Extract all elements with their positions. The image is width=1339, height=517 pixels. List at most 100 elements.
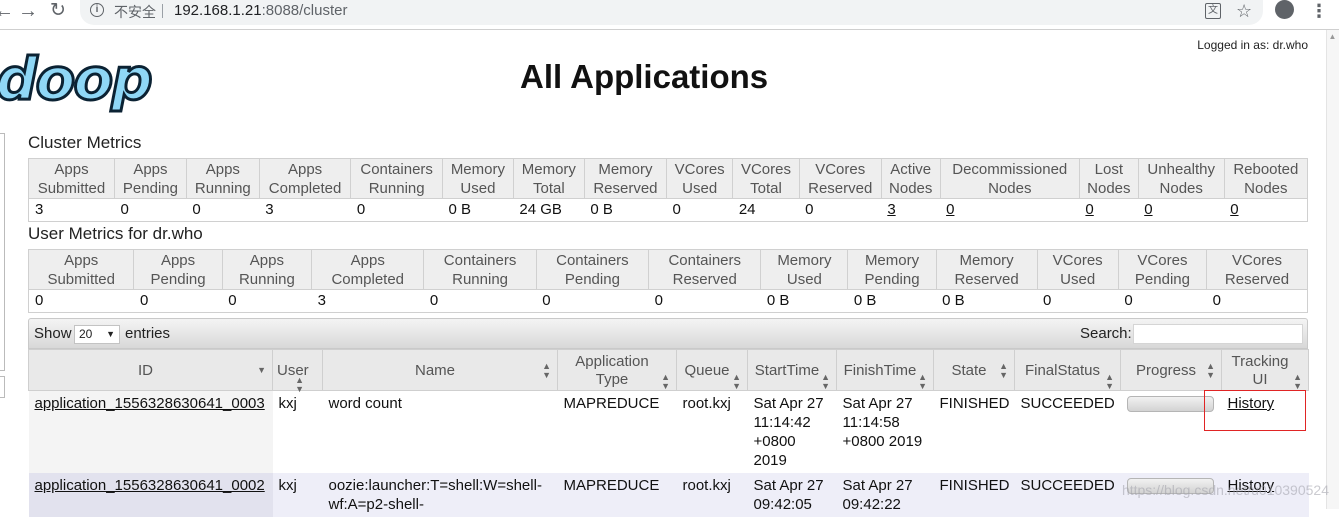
- metric-value: 0: [133, 289, 223, 313]
- table-header-row: Apps Submitted Apps Pending Apps Running Apps C…: [28, 158, 1309, 199]
- star-icon[interactable]: ☆: [1236, 1, 1252, 22]
- metric-value: 0: [222, 289, 312, 313]
- column-header-starttime[interactable]: StartTime ▲ ▼: [747, 349, 837, 391]
- hadoop-logo[interactable]: doop: [0, 49, 154, 110]
- column-header-user[interactable]: User ▲ ▼: [272, 349, 323, 394]
- cluster-metrics-table: Apps Submitted Apps Pending Apps Running Apps C…: [28, 158, 1309, 222]
- metric-header-line: Running: [452, 271, 509, 288]
- chevron-down-icon: ▼: [106, 329, 115, 339]
- scroll-up-icon[interactable]: ▲: [1327, 32, 1338, 42]
- metric-header-line: VCores: [1137, 252, 1188, 269]
- metric-header-line: Reserved: [954, 271, 1019, 288]
- page-scrollbar[interactable]: [1326, 30, 1339, 509]
- metric-header: Memory Used: [760, 249, 849, 290]
- page-size-select[interactable]: 20 ▼: [74, 325, 120, 344]
- metric-header: Apps Pending: [133, 249, 223, 290]
- url-host: 192.168.1.21: [174, 2, 262, 19]
- metric-header: Decommissioned Nodes: [939, 158, 1080, 199]
- finishtime-cell: Sat Apr 27 11:14:58 +0800 2019: [836, 390, 934, 473]
- cluster-metrics-title: Cluster Metrics: [28, 133, 142, 152]
- metric-header-line: Completed: [268, 180, 342, 197]
- menu-dots-icon[interactable]: ⋮: [1310, 1, 1328, 22]
- app-id-link[interactable]: application_1556328630641_0003: [35, 395, 265, 412]
- metric-header: Containers Running: [423, 249, 537, 290]
- finalstatus-cell: SUCCEEDED: [1014, 390, 1121, 473]
- metric-header-line: Nodes: [1087, 180, 1131, 197]
- column-header-finalstatus[interactable]: FinalStatus ▲ ▼: [1014, 349, 1121, 391]
- nav-sidebar-edge[interactable]: [0, 133, 5, 371]
- metric-link[interactable]: 0: [1230, 201, 1238, 218]
- progress-bar: [1126, 396, 1214, 412]
- column-header-finishtime[interactable]: FinishTime ▲ ▼: [836, 349, 934, 391]
- column-header-state[interactable]: State ▲ ▼: [933, 349, 1015, 391]
- metric-value: 0: [423, 289, 537, 313]
- queue-cell: root.kxj: [676, 473, 748, 517]
- starttime-cell: Sat Apr 27 09:42:05: [747, 473, 837, 517]
- history-link[interactable]: History: [1228, 395, 1275, 412]
- metric-header: Containers Reserved: [648, 249, 762, 290]
- metric-header-line: Used: [786, 271, 822, 288]
- metric-header-line: Nodes: [1159, 180, 1203, 197]
- metric-header-line: Completed: [331, 271, 405, 288]
- translate-icon[interactable]: 文: [1205, 3, 1221, 19]
- nav-sidebar-tab[interactable]: [0, 376, 5, 398]
- metric-link[interactable]: 0: [1085, 201, 1093, 218]
- metric-header-line: Active: [890, 161, 932, 178]
- metric-value: 0: [1118, 289, 1207, 313]
- metric-value: 24 GB: [513, 198, 585, 222]
- column-header-queue[interactable]: Queue ▲ ▼: [676, 349, 748, 391]
- metric-link[interactable]: 3: [887, 201, 895, 218]
- metric-header-line: Apps: [64, 252, 99, 269]
- reload-icon[interactable]: ↻: [50, 0, 66, 24]
- metric-header: VCores Used: [666, 158, 734, 199]
- app-id-cell: application_1556328630641_0002: [28, 473, 273, 517]
- arrow-left-icon[interactable]: ←: [0, 0, 14, 24]
- metric-header: Apps Completed: [258, 158, 352, 199]
- metric-header: Apps Running: [185, 158, 260, 199]
- sort-icon: ▲ ▼: [821, 372, 830, 391]
- metric-value: 0: [1206, 289, 1308, 313]
- metric-header-line: Reserved: [593, 180, 658, 197]
- info-icon[interactable]: i: [90, 3, 104, 17]
- metric-value: 3: [881, 198, 941, 222]
- profile-avatar-icon[interactable]: [1275, 0, 1294, 19]
- metric-value: 0: [350, 198, 443, 222]
- metric-header-line: Apps: [249, 252, 284, 269]
- metric-value: 0: [940, 198, 1080, 222]
- tracking-cell: History: [1221, 390, 1309, 473]
- metric-value: 0: [27, 289, 134, 313]
- metric-link[interactable]: 0: [1144, 201, 1152, 218]
- user-cell: kxj: [272, 390, 323, 473]
- metric-header-line: Pending: [864, 271, 920, 288]
- metric-value: 0: [666, 198, 733, 222]
- metric-header: Active Nodes: [880, 158, 941, 199]
- name-cell: word count: [322, 390, 558, 473]
- security-label[interactable]: 不安全: [114, 2, 156, 22]
- datatable-toolbar: Show 20 ▼ entries Search:: [28, 318, 1308, 349]
- page-size-value: 20: [79, 327, 93, 341]
- state-cell: FINISHED: [933, 390, 1015, 473]
- metric-header: Lost Nodes: [1078, 158, 1139, 199]
- arrow-right-icon[interactable]: →: [18, 0, 38, 24]
- metric-header: Rebooted Nodes: [1223, 158, 1309, 199]
- url-text[interactable]: 192.168.1.21:8088/cluster: [174, 2, 347, 19]
- column-header-progress[interactable]: Progress ▲ ▼: [1120, 349, 1222, 391]
- sort-icon: ▲ ▼: [1105, 372, 1114, 391]
- column-header-tracking-ui[interactable]: Tracking UI ▲ ▼: [1221, 349, 1309, 391]
- divider: [162, 4, 163, 18]
- metric-value: 0 B: [760, 289, 848, 313]
- column-header-type[interactable]: Application Type ▲ ▼: [557, 349, 677, 391]
- metric-value: 0: [186, 198, 260, 222]
- metric-header-line: Lost: [1094, 161, 1123, 178]
- metric-header-line: VCores: [674, 161, 725, 178]
- column-label: Name: [414, 361, 455, 379]
- search-input[interactable]: [1133, 324, 1303, 344]
- app-id-link[interactable]: application_1556328630641_0002: [35, 477, 265, 494]
- metric-header-line: Used: [460, 180, 496, 197]
- column-header-name[interactable]: Name ▲ ▼: [322, 349, 558, 391]
- metric-header: Apps Submitted: [27, 249, 135, 290]
- metric-header: VCores Reserved: [1206, 249, 1308, 290]
- sort-icon: ▲ ▼: [1206, 361, 1215, 380]
- metric-link[interactable]: 0: [946, 201, 954, 218]
- column-header-id[interactable]: ID ▼: [28, 349, 273, 391]
